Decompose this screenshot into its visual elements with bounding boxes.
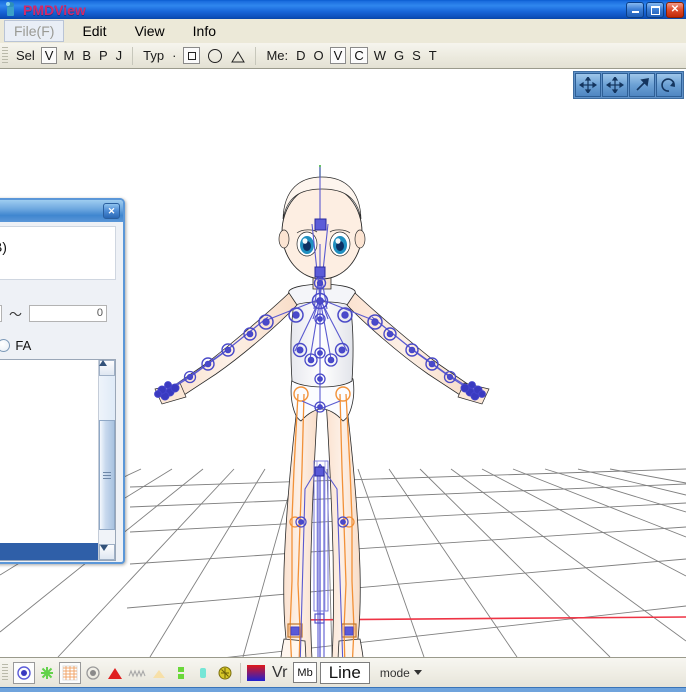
pmdview-window: PMDView ✕ File(F) Edit View Info Sel V M… (0, 0, 686, 692)
fa-radio-button[interactable] (0, 339, 11, 352)
toolbar-grip[interactable] (2, 46, 8, 65)
me-button-s[interactable]: S (412, 48, 421, 63)
joint-chain-icon[interactable] (127, 662, 147, 684)
dialog-group-label: ーン関連(B) (0, 239, 7, 255)
square-icon[interactable] (183, 47, 201, 64)
me-label: Me: (266, 48, 289, 63)
scroll-track-top[interactable] (99, 376, 115, 420)
title-bar: PMDView ✕ (0, 0, 686, 19)
menu-edit[interactable]: Edit (72, 21, 116, 41)
mode-label: mode (379, 665, 410, 680)
red-triangle-icon[interactable] (105, 662, 125, 684)
scroll-down-button[interactable] (99, 544, 115, 560)
sel-button-m[interactable]: M (63, 48, 74, 63)
chevron-down-icon (413, 670, 422, 675)
move-icon[interactable] (602, 73, 628, 97)
toolbar-separator-2 (255, 46, 257, 65)
dialog-body: ーン関連(B) 0 ～ 0 ーン関連 FA (0, 226, 119, 561)
sel-label: Sel (16, 48, 35, 63)
yellow-triangle-icon[interactable] (149, 662, 169, 684)
zoom-icon[interactable] (629, 73, 655, 97)
range-from-field[interactable]: 0 (0, 305, 2, 322)
bone-point-icon[interactable] (83, 662, 103, 684)
dialog-option-row: ーン関連 FA (0, 336, 114, 355)
menu-file[interactable]: File(F) (4, 20, 65, 42)
3d-viewport[interactable]: ✕ ーン関連(B) 0 ～ 0 ーン関連 FA (0, 69, 686, 657)
list-scrollbar[interactable] (98, 360, 115, 560)
dialog-title-bar: ✕ (0, 200, 123, 222)
scroll-thumb[interactable] (99, 420, 115, 530)
statusbar-grip[interactable] (2, 663, 8, 682)
close-button[interactable]: ✕ (666, 2, 684, 18)
triangle-icon[interactable] (231, 50, 246, 62)
green-bone-icon[interactable] (171, 662, 191, 684)
gradient-swatch-icon[interactable] (246, 662, 266, 684)
bone-list-box[interactable] (0, 359, 116, 561)
sel-button-b[interactable]: B (82, 48, 91, 63)
main-toolbar: Sel V M B P J Typ · Me: D O V C W G S T (0, 43, 686, 69)
physics-icon[interactable] (215, 662, 235, 684)
mb-button[interactable]: Mb (293, 662, 317, 683)
sel-button-v[interactable]: V (40, 47, 58, 64)
me-button-o[interactable]: O (314, 48, 324, 63)
dialog-group-box: ーン関連(B) (0, 226, 116, 280)
dialog-range-row: 0 ～ 0 (0, 304, 114, 323)
me-button-g[interactable]: G (394, 48, 404, 63)
fa-radio-label: FA (15, 338, 32, 353)
material-texture-icon[interactable] (59, 661, 81, 684)
typ-dot-icon[interactable]: · (172, 48, 176, 63)
me-button-d[interactable]: D (296, 48, 305, 63)
list-item-selected[interactable] (0, 543, 99, 560)
me-button-t[interactable]: T (429, 48, 437, 63)
bottom-border-blue (0, 688, 686, 692)
cyan-bone-icon[interactable] (193, 662, 213, 684)
statusbar-separator-1 (240, 662, 241, 683)
me-button-c[interactable]: C (350, 47, 368, 64)
dialog-close-button[interactable]: ✕ (103, 203, 120, 219)
bone-settings-dialog[interactable]: ✕ ーン関連(B) 0 ～ 0 ーン関連 FA (0, 198, 125, 564)
vertex-green-icon[interactable] (37, 662, 57, 684)
range-to-field[interactable]: 0 (29, 305, 108, 322)
typ-label: Typ (143, 48, 165, 63)
me-button-w[interactable]: W (374, 48, 386, 63)
scroll-up-button[interactable] (99, 360, 115, 376)
toolbar-separator-1 (132, 46, 134, 65)
window-controls: ✕ (626, 2, 684, 18)
sel-button-p[interactable]: P (99, 48, 108, 63)
person-icon (3, 2, 19, 17)
vertex-point-icon[interactable] (13, 661, 35, 684)
sel-button-j[interactable]: J (116, 48, 123, 63)
character-model (154, 176, 490, 657)
bottom-toolbar: Vr Mb Line mode (0, 657, 686, 687)
window-title: PMDView (23, 1, 86, 18)
rotate-icon[interactable] (656, 73, 682, 97)
vr-label[interactable]: Vr (272, 664, 287, 682)
menu-info[interactable]: Info (183, 21, 226, 41)
range-separator: ～ (9, 307, 23, 322)
mode-dropdown[interactable]: mode (380, 666, 422, 680)
line-button[interactable]: Line (319, 661, 370, 684)
menu-view[interactable]: View (125, 21, 175, 41)
menu-bar: File(F) Edit View Info (0, 19, 686, 43)
minimize-button[interactable] (626, 2, 644, 18)
pan-xy-icon[interactable] (575, 73, 601, 97)
me-button-v[interactable]: V (329, 47, 347, 64)
circle-icon[interactable] (208, 48, 223, 63)
maximize-button[interactable] (646, 2, 664, 18)
viewport-nav-buttons (573, 71, 684, 99)
